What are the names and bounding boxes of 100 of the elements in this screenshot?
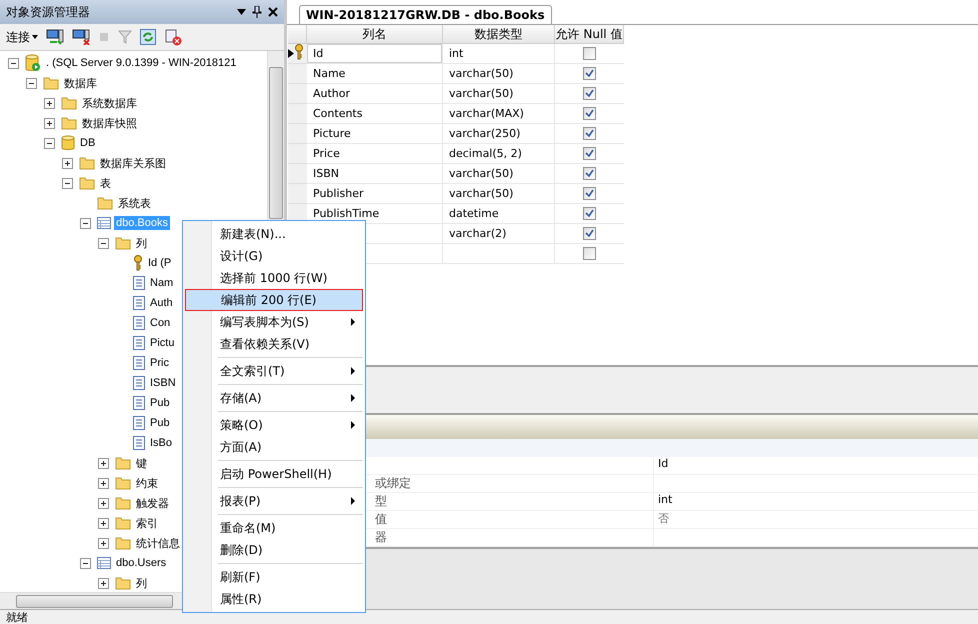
tree-item[interactable]: IsBo bbox=[148, 436, 174, 450]
checkbox[interactable] bbox=[583, 207, 596, 220]
tree-item[interactable]: 键 bbox=[134, 454, 149, 472]
expand-toggle[interactable] bbox=[44, 98, 55, 108]
menu-item[interactable]: 重命名(M) bbox=[185, 517, 363, 539]
tree-item[interactable]: 约束 bbox=[134, 474, 160, 492]
tree-item[interactable]: Pric bbox=[148, 356, 171, 370]
table-cell[interactable]: varchar(50) bbox=[443, 84, 555, 104]
checkbox[interactable] bbox=[583, 227, 596, 240]
collapse-toggle[interactable] bbox=[98, 238, 109, 248]
table-cell[interactable]: Publisher bbox=[307, 184, 443, 204]
refresh-icon[interactable] bbox=[140, 29, 156, 45]
menu-item[interactable]: 方面(A) bbox=[185, 436, 363, 458]
table-cell[interactable] bbox=[443, 244, 555, 264]
table-cell[interactable]: varchar(50) bbox=[443, 164, 555, 184]
dropdown-icon[interactable] bbox=[237, 9, 246, 15]
tree-item[interactable]: ISBN bbox=[148, 376, 178, 390]
table-cell[interactable]: Author bbox=[307, 84, 443, 104]
tree-item[interactable]: . (SQL Server 9.0.1399 - WIN-2018121 bbox=[44, 56, 238, 70]
tree-item[interactable]: 数据库关系图 bbox=[98, 154, 168, 172]
table-cell[interactable]: Contents bbox=[307, 104, 443, 124]
script-cancel-icon[interactable] bbox=[164, 28, 182, 46]
connect-button[interactable]: 连接 bbox=[6, 28, 38, 46]
tree-item[interactable]: Pictu bbox=[148, 336, 176, 350]
menu-item[interactable]: 策略(O) bbox=[185, 414, 363, 436]
menu-item[interactable]: 设计(G) bbox=[185, 245, 363, 267]
checkbox[interactable] bbox=[583, 47, 596, 60]
menu-item[interactable]: 选择前 1000 行(W) bbox=[185, 267, 363, 289]
tree-item[interactable]: 统计信息 bbox=[134, 534, 182, 552]
expand-toggle[interactable] bbox=[98, 578, 109, 588]
expand-toggle[interactable] bbox=[62, 158, 73, 168]
checkbox[interactable] bbox=[583, 87, 596, 100]
checkbox[interactable] bbox=[583, 107, 596, 120]
close-icon[interactable] bbox=[268, 7, 278, 17]
menu-item[interactable]: 删除(D) bbox=[185, 539, 363, 561]
checkbox[interactable] bbox=[583, 247, 596, 260]
tree-item[interactable]: Con bbox=[148, 316, 172, 330]
table-cell[interactable]: decimal(5, 2) bbox=[443, 144, 555, 164]
menu-item[interactable]: 编写表脚本为(S) bbox=[185, 311, 363, 333]
tree-item[interactable]: Pub bbox=[148, 396, 172, 410]
tree-item[interactable]: DB bbox=[78, 136, 98, 150]
collapse-toggle[interactable] bbox=[62, 178, 73, 188]
scrollbar-thumb[interactable] bbox=[269, 67, 283, 219]
menu-item[interactable]: 刷新(F) bbox=[185, 566, 363, 588]
menu-item[interactable]: 启动 PowerShell(H) bbox=[185, 463, 363, 485]
tree-item[interactable]: Id (P bbox=[146, 256, 174, 270]
tree-item[interactable]: 表 bbox=[98, 174, 113, 192]
table-cell[interactable]: varchar(2) bbox=[443, 224, 555, 244]
table-cell[interactable]: Picture bbox=[307, 124, 443, 144]
scrollbar-thumb[interactable] bbox=[16, 594, 173, 608]
row-selector[interactable] bbox=[288, 44, 307, 64]
expand-toggle[interactable] bbox=[98, 518, 109, 528]
collapse-toggle[interactable] bbox=[8, 58, 19, 68]
menu-item[interactable]: 查看依赖关系(V) bbox=[185, 333, 363, 355]
expand-toggle[interactable] bbox=[98, 498, 109, 508]
table-cell[interactable]: varchar(MAX) bbox=[443, 104, 555, 124]
table-cell[interactable]: Price bbox=[307, 144, 443, 164]
expand-toggle[interactable] bbox=[44, 118, 55, 128]
tree-item[interactable]: 数据库 bbox=[62, 74, 99, 92]
collapse-toggle[interactable] bbox=[80, 558, 91, 568]
table-cell[interactable]: Id bbox=[307, 44, 443, 64]
collapse-toggle[interactable] bbox=[80, 218, 91, 228]
checkbox[interactable] bbox=[583, 147, 596, 160]
document-tab[interactable]: WIN-20181217GRW.DB - dbo.Books bbox=[299, 5, 552, 24]
tree-item[interactable]: Nam bbox=[148, 276, 176, 290]
menu-item[interactable]: 报表(P) bbox=[185, 490, 363, 512]
table-cell[interactable]: datetime bbox=[443, 204, 555, 224]
menu-item[interactable]: 新建表(N)... bbox=[185, 223, 363, 245]
pin-icon[interactable] bbox=[252, 6, 262, 18]
connect-server-icon[interactable] bbox=[46, 29, 64, 45]
tree-item[interactable]: 列 bbox=[134, 574, 149, 592]
tree-item[interactable]: Auth bbox=[148, 296, 175, 310]
expand-toggle[interactable] bbox=[98, 538, 109, 548]
tree-item[interactable]: 数据库快照 bbox=[80, 114, 139, 132]
tree-item[interactable]: Pub bbox=[148, 416, 172, 430]
checkbox[interactable] bbox=[583, 167, 596, 180]
tree-item[interactable]: dbo.Users bbox=[114, 556, 168, 570]
disconnect-server-icon[interactable] bbox=[72, 29, 90, 45]
table-cell[interactable]: varchar(50) bbox=[443, 184, 555, 204]
tree-item[interactable]: 索引 bbox=[134, 514, 160, 532]
tree-item[interactable]: 系统数据库 bbox=[80, 94, 139, 112]
tree-item[interactable]: 系统表 bbox=[116, 194, 153, 212]
menu-item[interactable]: 编辑前 200 行(E) bbox=[185, 289, 363, 311]
checkbox[interactable] bbox=[583, 67, 596, 80]
table-cell[interactable]: varchar(50) bbox=[443, 64, 555, 84]
menu-item[interactable]: 存储(A) bbox=[185, 387, 363, 409]
expand-toggle[interactable] bbox=[98, 458, 109, 468]
expand-toggle[interactable] bbox=[98, 478, 109, 488]
tree-item[interactable]: 触发器 bbox=[134, 494, 171, 512]
checkbox[interactable] bbox=[583, 127, 596, 140]
table-cell[interactable]: Name bbox=[307, 64, 443, 84]
table-cell[interactable]: ISBN bbox=[307, 164, 443, 184]
table-cell[interactable]: int bbox=[443, 44, 555, 64]
tree-item[interactable]: 列 bbox=[134, 234, 149, 252]
collapse-toggle[interactable] bbox=[26, 78, 37, 88]
collapse-toggle[interactable] bbox=[44, 138, 55, 148]
menu-item[interactable]: 全文索引(T) bbox=[185, 360, 363, 382]
checkbox[interactable] bbox=[583, 187, 596, 200]
menu-item[interactable]: 属性(R) bbox=[185, 588, 363, 610]
table-cell[interactable]: varchar(250) bbox=[443, 124, 555, 144]
